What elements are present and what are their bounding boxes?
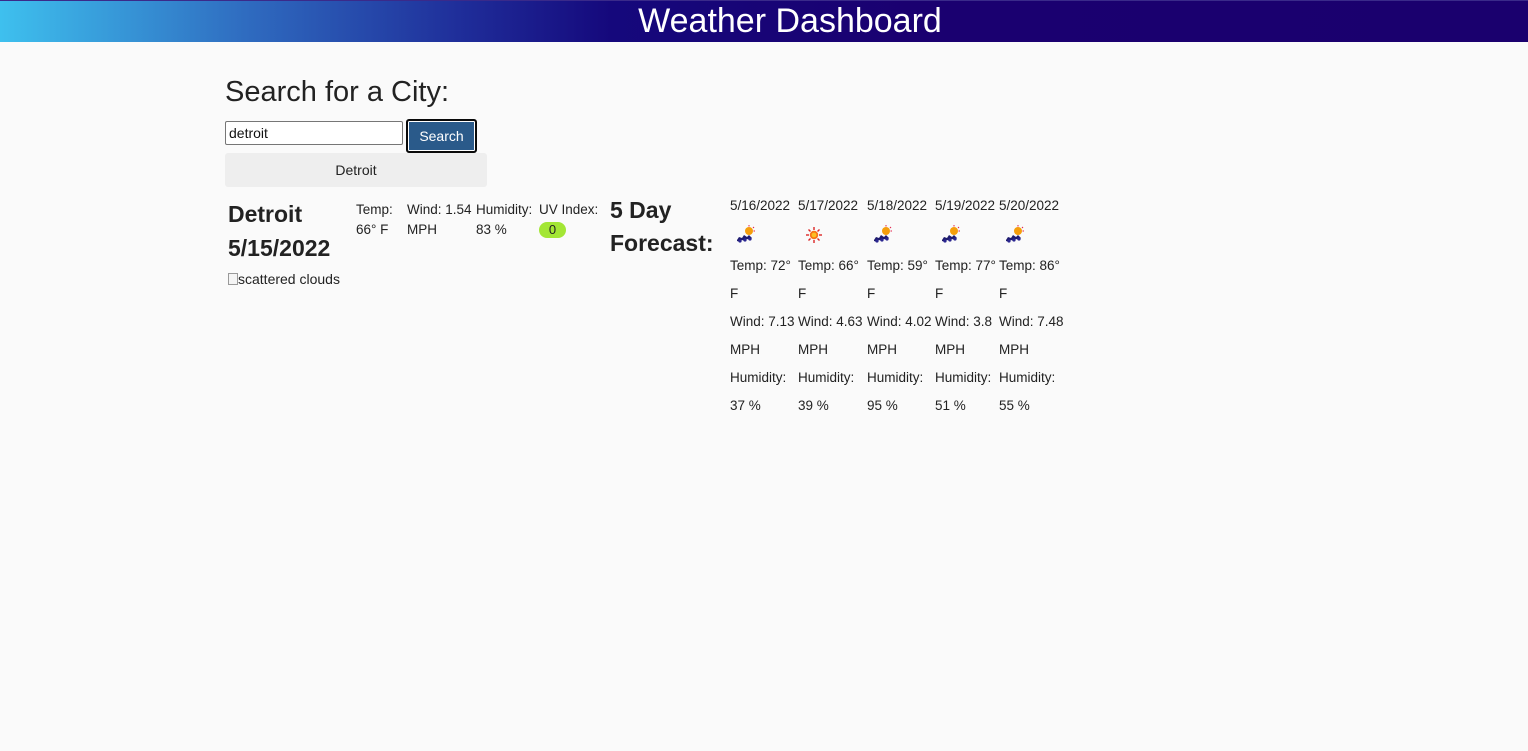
forecast-date: 5/19/2022 bbox=[935, 198, 996, 213]
forecast-temp-unit: F bbox=[798, 286, 807, 301]
forecast-humidity: 95 % bbox=[867, 398, 898, 413]
current-city-name: Detroit bbox=[228, 201, 303, 227]
forecast-temp-unit: F bbox=[935, 286, 944, 301]
current-uv-label: UV Index: bbox=[539, 202, 599, 217]
forecast-wind: Wind: 4.63 bbox=[798, 314, 863, 329]
forecast-temp: Temp: 59° bbox=[867, 258, 928, 273]
broken-image-icon bbox=[228, 273, 238, 285]
uv-index-badge: 0 bbox=[539, 222, 566, 238]
header-banner: Weather Dashboard bbox=[0, 0, 1528, 42]
search-history-item[interactable]: Detroit bbox=[225, 153, 487, 187]
scattered-clouds-icon bbox=[734, 224, 758, 246]
forecast-wind-unit: MPH bbox=[798, 342, 828, 357]
forecast-wind: Wind: 4.02 bbox=[867, 314, 932, 329]
forecast-temp-unit: F bbox=[999, 286, 1008, 301]
forecast-date: 5/20/2022 bbox=[999, 198, 1060, 213]
page-title: Weather Dashboard bbox=[638, 2, 942, 40]
current-temp-label: Temp: bbox=[356, 202, 393, 217]
current-wind-unit: MPH bbox=[407, 222, 437, 237]
forecast-title: 5 Day Forecast: bbox=[610, 194, 714, 260]
forecast-wind-unit: MPH bbox=[999, 342, 1029, 357]
forecast-temp: Temp: 72° bbox=[730, 258, 791, 273]
current-temp-value: 66° F bbox=[356, 222, 389, 237]
forecast-temp: Temp: 66° bbox=[798, 258, 859, 273]
current-wind-label: Wind: 1.54 bbox=[407, 202, 472, 217]
scattered-clouds-icon bbox=[871, 224, 895, 246]
search-input[interactable] bbox=[225, 121, 403, 145]
search-button[interactable]: Search bbox=[406, 119, 477, 153]
forecast-wind: Wind: 7.48 bbox=[999, 314, 1064, 329]
forecast-wind-unit: MPH bbox=[730, 342, 760, 357]
forecast-title-line2: Forecast: bbox=[610, 230, 714, 256]
forecast-wind-unit: MPH bbox=[867, 342, 897, 357]
current-weather-icon: scattered clouds bbox=[228, 271, 340, 287]
current-date: 5/15/2022 bbox=[228, 235, 331, 261]
scattered-clouds-icon bbox=[939, 224, 963, 246]
forecast-title-line1: 5 Day bbox=[610, 197, 672, 223]
forecast-wind: Wind: 7.13 bbox=[730, 314, 795, 329]
forecast-temp-unit: F bbox=[867, 286, 876, 301]
current-humidity-value: 83 % bbox=[476, 222, 507, 237]
forecast-humidity-label: Humidity: bbox=[999, 370, 1056, 385]
forecast-humidity-label: Humidity: bbox=[867, 370, 924, 385]
search-heading: Search for a City: bbox=[225, 76, 450, 108]
forecast-wind: Wind: 3.8 bbox=[935, 314, 993, 329]
forecast-temp: Temp: 77° bbox=[935, 258, 996, 273]
forecast-humidity: 37 % bbox=[730, 398, 761, 413]
forecast-temp: Temp: 86° bbox=[999, 258, 1060, 273]
forecast-date: 5/16/2022 bbox=[730, 198, 791, 213]
sun-icon bbox=[802, 224, 826, 246]
current-humidity-label: Humidity: bbox=[476, 202, 533, 217]
forecast-humidity-label: Humidity: bbox=[730, 370, 787, 385]
forecast-humidity: 55 % bbox=[999, 398, 1030, 413]
forecast-date: 5/18/2022 bbox=[867, 198, 928, 213]
forecast-humidity-label: Humidity: bbox=[798, 370, 855, 385]
forecast-humidity: 51 % bbox=[935, 398, 966, 413]
forecast-wind-unit: MPH bbox=[935, 342, 965, 357]
forecast-temp-unit: F bbox=[730, 286, 739, 301]
scattered-clouds-icon bbox=[1003, 224, 1027, 246]
current-weather-icon-alt: scattered clouds bbox=[238, 271, 340, 287]
forecast-humidity-label: Humidity: bbox=[935, 370, 992, 385]
forecast-humidity: 39 % bbox=[798, 398, 829, 413]
forecast-date: 5/17/2022 bbox=[798, 198, 859, 213]
